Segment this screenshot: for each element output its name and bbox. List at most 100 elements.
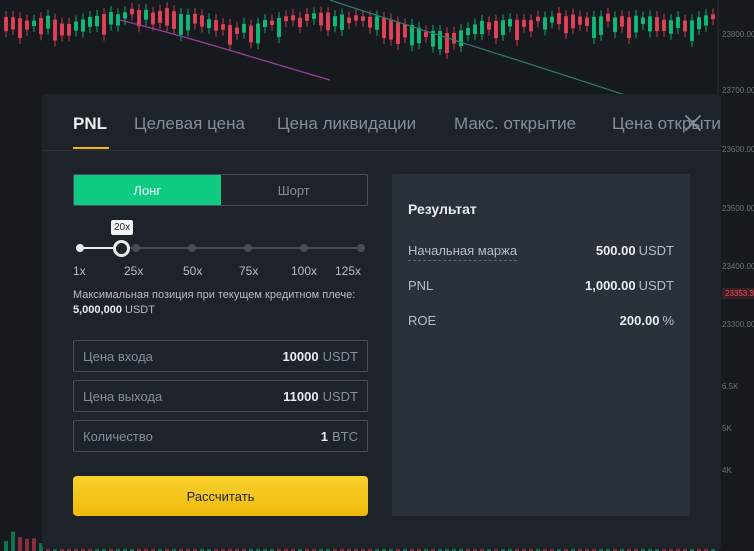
bg-candle-body	[676, 17, 680, 28]
bg-candle-body	[445, 33, 449, 53]
bg-candle-body	[557, 13, 561, 25]
bg-candle-body	[116, 14, 120, 26]
roe-label: ROE	[408, 313, 437, 328]
bg-candle-body	[466, 28, 470, 36]
price-label: 23400.00	[722, 262, 754, 271]
bg-candle-body	[627, 17, 631, 38]
bg-candle-body	[193, 13, 197, 24]
bg-candle-body	[151, 12, 155, 25]
pnl-label: PNL	[408, 278, 434, 293]
exit-price-input[interactable]	[238, 388, 319, 404]
long-button[interactable]: Лонг	[74, 175, 221, 205]
bg-candle-body	[347, 17, 351, 24]
bg-candle-body	[214, 20, 218, 31]
tab-max-open[interactable]: Макс. открытие	[454, 114, 576, 134]
quantity-field[interactable]: Количество BTC	[73, 420, 368, 452]
bg-candle-body	[284, 16, 288, 22]
tab-open-price[interactable]: Цена открытия	[612, 114, 721, 134]
bg-candle-body	[550, 16, 554, 23]
slider-tick-25x[interactable]	[132, 244, 140, 252]
initial-margin-value: 500.00	[595, 243, 636, 258]
slider-tick-50x[interactable]	[188, 244, 196, 252]
bg-candle-body	[270, 20, 274, 25]
short-button[interactable]: Шорт	[221, 175, 368, 205]
bg-candle-body	[592, 16, 596, 38]
leverage-slider[interactable]: 20x 1x 25x 50x 75x 100x 125x	[73, 220, 368, 280]
bg-candle-body	[242, 23, 246, 33]
bg-candle-body	[32, 20, 36, 27]
close-icon[interactable]	[682, 112, 704, 134]
bg-candle-body	[18, 18, 22, 38]
roe-value: 200.00	[619, 313, 660, 328]
max-position-value: 5,000,000	[73, 304, 122, 316]
price-label: 23300.00	[722, 320, 754, 329]
bg-candle-body	[123, 12, 127, 19]
tab-liquidation-price[interactable]: Цена ликвидации	[277, 114, 416, 134]
max-position-info: Максимальная позиция при текущем кредитн…	[73, 288, 368, 318]
bg-candle-body	[102, 13, 106, 35]
slider-tick-1x[interactable]	[76, 244, 84, 252]
bg-candle-body	[529, 20, 533, 32]
bg-candle-body	[424, 31, 428, 37]
tab-pnl[interactable]: PNL	[73, 114, 107, 134]
slider-label: 100x	[291, 264, 318, 278]
slider-tick-75x[interactable]	[244, 244, 252, 252]
result-panel: Результат Начальная маржа 500.00 USDT PNL…	[392, 174, 690, 516]
entry-price-unit: USDT	[322, 348, 358, 364]
slider-tick-125x[interactable]	[357, 244, 365, 252]
bg-candle-body	[536, 16, 540, 22]
bg-candle-body	[109, 12, 113, 25]
exit-price-field[interactable]: Цена выхода USDT	[73, 380, 368, 412]
price-label: 23700.00	[722, 86, 754, 95]
bg-candle-body	[410, 24, 414, 46]
bg-candle-body	[277, 17, 281, 38]
tab-target-price[interactable]: Целевая цена	[134, 114, 245, 134]
entry-price-field[interactable]: Цена входа USDT	[73, 340, 368, 372]
exit-price-label: Цена выхода	[83, 388, 163, 404]
initial-margin-label[interactable]: Начальная маржа	[408, 243, 518, 261]
bg-candle-body	[480, 20, 484, 35]
quantity-input[interactable]	[248, 428, 328, 444]
bg-candle-body	[305, 13, 309, 21]
bg-candle-body	[459, 30, 463, 47]
bg-candle-body	[543, 17, 547, 30]
entry-price-label: Цена входа	[83, 348, 153, 364]
bg-candle-body	[403, 24, 407, 38]
price-label: 23500.00	[722, 204, 754, 213]
bg-candle-body	[11, 17, 15, 30]
bg-candle-body	[368, 16, 372, 28]
bg-candle-body	[60, 23, 64, 36]
bg-candle-body	[340, 14, 344, 30]
futures-calculator-dialog: PNL Целевая цена Цена ликвидации Макс. о…	[42, 94, 721, 549]
result-row-pnl: PNL 1,000.00 USDT	[408, 278, 674, 293]
result-row-initial-margin: Начальная маржа 500.00 USDT	[408, 243, 674, 261]
bg-candle-body	[172, 11, 176, 29]
bg-candle-body	[179, 14, 183, 35]
bg-candle-body	[165, 8, 169, 26]
volume-label: 6.5K	[722, 382, 739, 391]
bg-candle-body	[452, 32, 456, 44]
roe-unit: %	[662, 313, 674, 328]
leverage-tooltip: 20x	[111, 220, 134, 235]
bg-candle-body	[375, 16, 379, 30]
slider-label: 125x	[335, 264, 362, 278]
bg-candle-body	[326, 12, 330, 31]
max-position-text: Максимальная позиция при текущем кредитн…	[73, 289, 356, 301]
slider-label: 1x	[73, 264, 86, 278]
bg-candle-body	[501, 20, 505, 35]
bg-candle-body	[494, 20, 498, 39]
bg-candle-body	[564, 16, 568, 34]
bg-candle-body	[249, 25, 253, 43]
bg-candle-body	[186, 14, 190, 31]
bg-candle-body	[655, 17, 659, 32]
slider-handle[interactable]	[113, 240, 130, 257]
bg-candle-body	[438, 31, 442, 50]
bg-candle-body	[515, 19, 519, 40]
bg-candle-body	[228, 25, 232, 45]
slider-tick-100x[interactable]	[300, 244, 308, 252]
price-label: 23800.00	[722, 30, 754, 39]
result-title: Результат	[408, 201, 477, 217]
entry-price-input[interactable]	[238, 348, 319, 364]
calculate-button[interactable]: Рассчитать	[73, 476, 368, 516]
quantity-unit: BTC	[332, 428, 358, 444]
